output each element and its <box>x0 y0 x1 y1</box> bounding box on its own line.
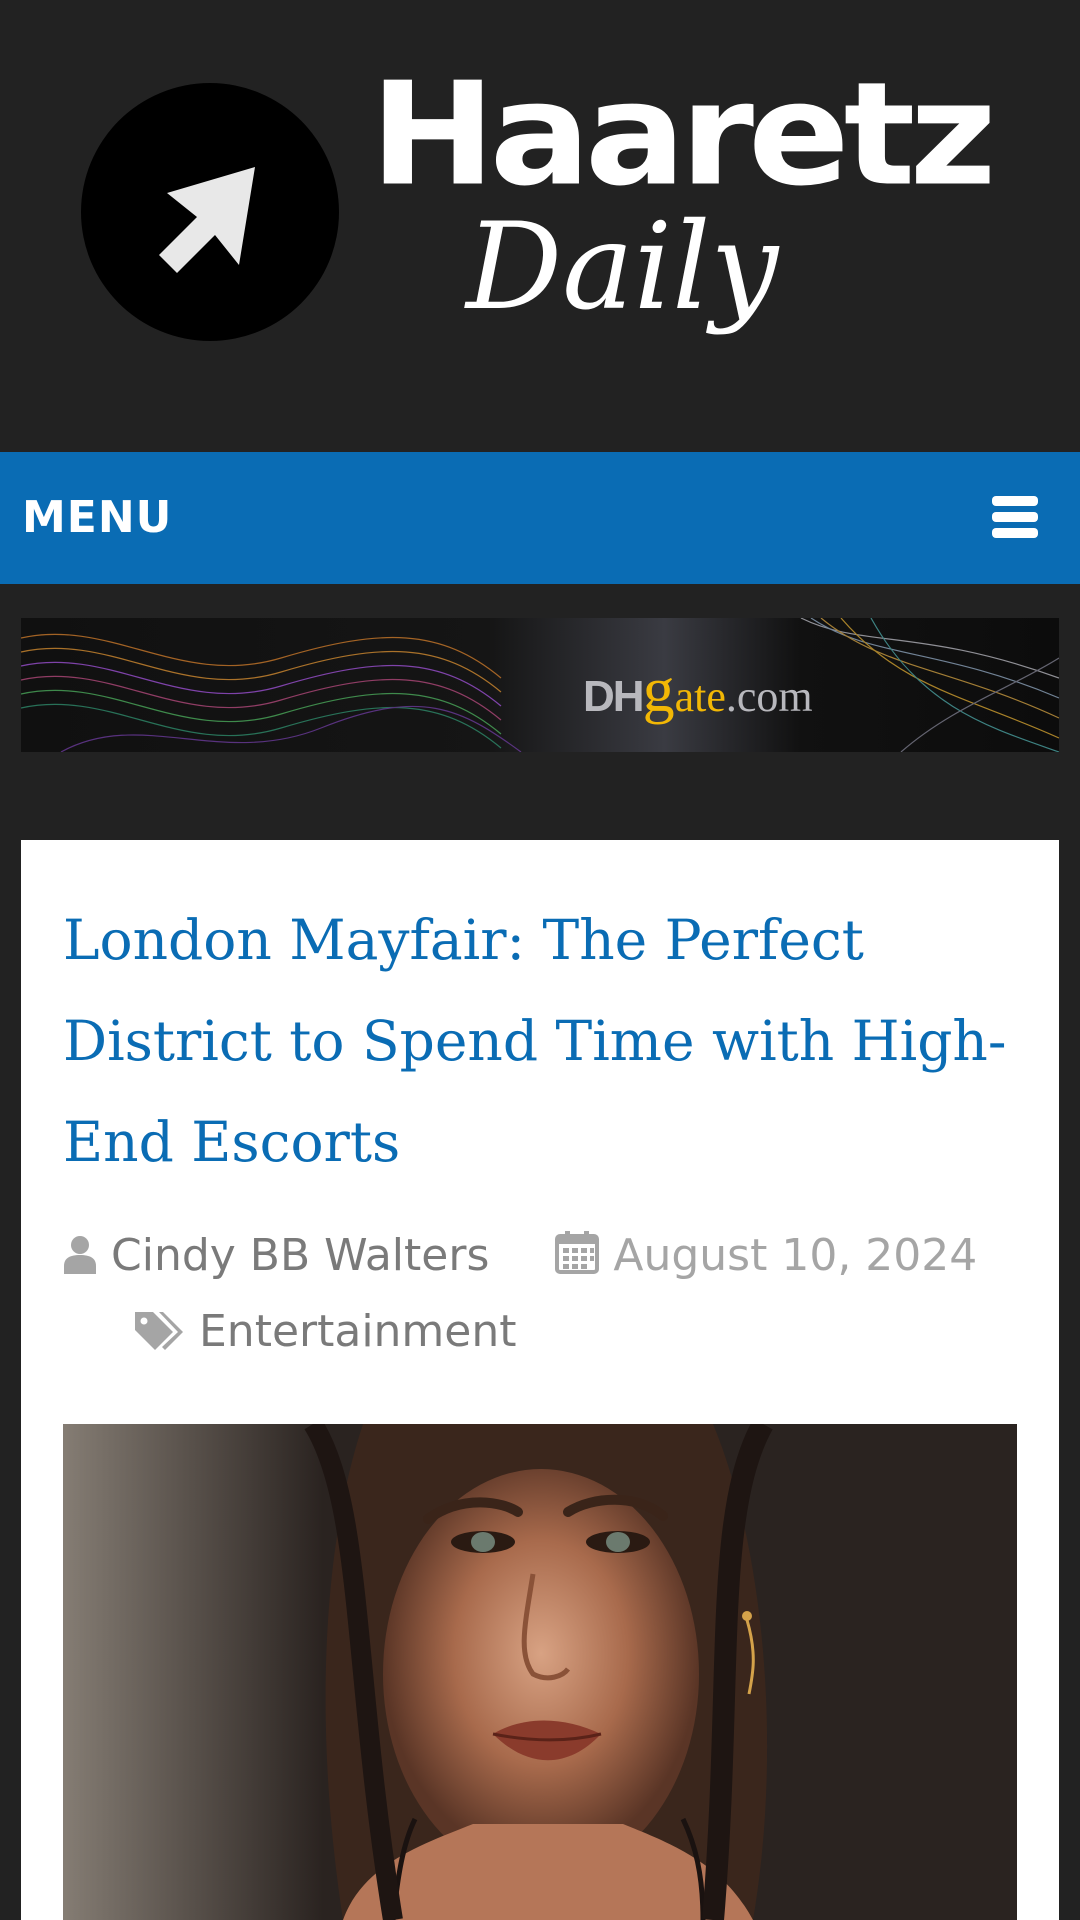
calendar-icon <box>555 1224 600 1296</box>
ad-brand-logo: DHgate.com <box>583 654 813 725</box>
site-logo[interactable]: Haaretz Daily <box>78 64 998 378</box>
post-date: August 10, 2024 <box>613 1230 978 1281</box>
post-card: London Mayfair: The Perfect District to … <box>21 840 1059 1920</box>
post-author-link[interactable]: Cindy BB Walters <box>111 1230 489 1281</box>
site-header: Haaretz Daily <box>0 0 1080 452</box>
logo-wordmark: Haaretz <box>370 52 997 218</box>
ad-banner[interactable]: DHgate.com <box>21 618 1059 752</box>
tags-icon <box>133 1300 185 1372</box>
hamburger-menu-icon[interactable] <box>990 494 1040 540</box>
post-category-link[interactable]: Entertainment <box>199 1306 517 1357</box>
post-meta: Cindy BB Walters August 10, 2024 Enterta <box>63 1220 1033 1372</box>
cursor-arrow-icon <box>81 83 339 341</box>
post-title-link[interactable]: London Mayfair: The Perfect District to … <box>63 890 1033 1193</box>
user-icon <box>63 1224 97 1296</box>
menu-label[interactable]: MENU <box>22 492 172 543</box>
post-featured-image[interactable] <box>63 1424 1017 1920</box>
logo-tagline: Daily <box>466 198 779 337</box>
main-navigation: MENU <box>0 452 1080 584</box>
